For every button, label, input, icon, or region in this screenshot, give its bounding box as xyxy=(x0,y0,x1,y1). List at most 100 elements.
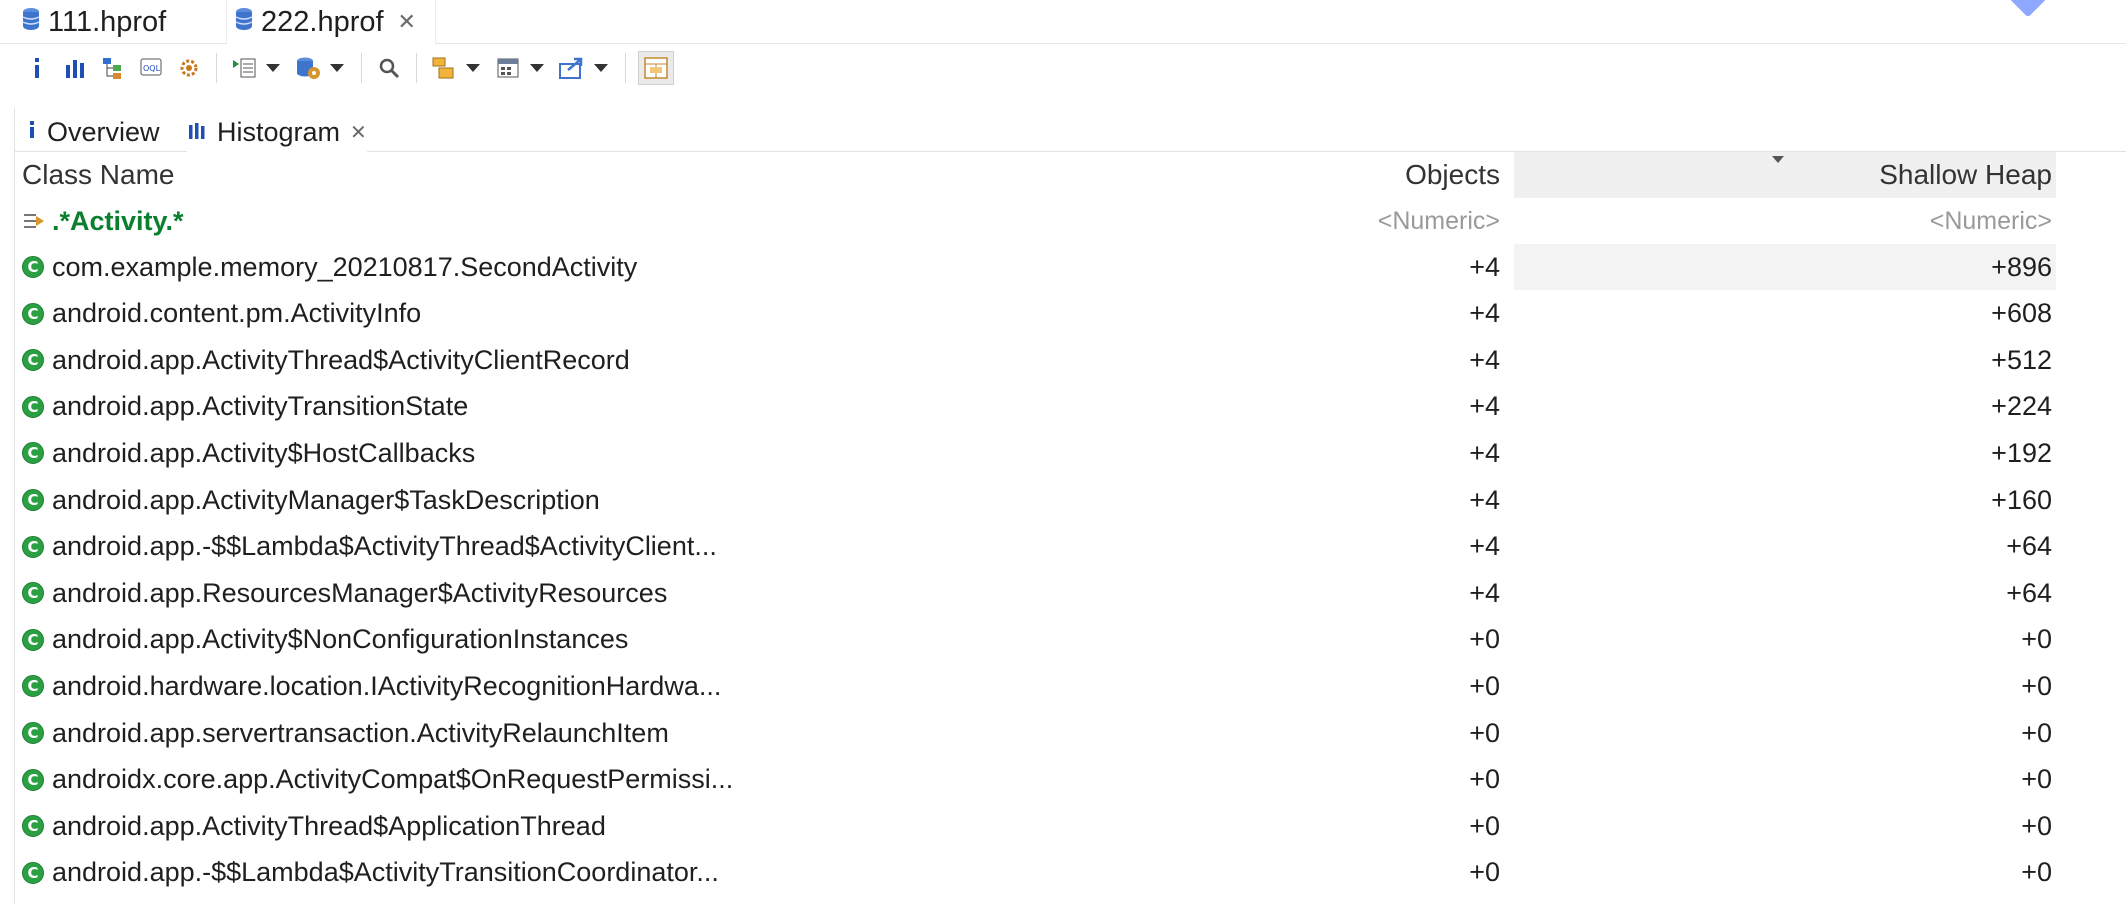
toolbar: OQL xyxy=(0,46,2126,90)
filter-class-name[interactable]: .*Activity.* xyxy=(52,206,184,237)
info-icon[interactable] xyxy=(22,51,52,85)
class-icon: C xyxy=(22,675,44,698)
close-icon[interactable]: ✕ xyxy=(350,120,367,145)
class-icon: C xyxy=(22,768,44,791)
threads-icon[interactable] xyxy=(174,51,204,85)
dominator-tree-icon[interactable] xyxy=(98,51,128,85)
shallow-heap-cell: +0 xyxy=(2021,810,2052,841)
column-header-class-name[interactable]: Class Name xyxy=(22,152,802,198)
class-name-label: android.app.-$$Lambda$ActivityTransition… xyxy=(52,857,719,888)
info-icon xyxy=(27,117,37,148)
shallow-heap-cell: +224 xyxy=(1991,391,2052,422)
class-icon: C xyxy=(22,349,44,372)
objects-cell: +4 xyxy=(1469,251,1500,282)
class-name-cell: Candroid.app.-$$Lambda$ActivityThread$Ac… xyxy=(22,524,802,570)
editor-tab-222-hprof[interactable]: 222.hprof ✕ xyxy=(226,0,436,44)
heap-dump-actions-icon[interactable] xyxy=(293,51,323,85)
editor-tab-111-hprof[interactable]: 111.hprof xyxy=(22,0,222,44)
filter-shallow-heap[interactable]: <Numeric> xyxy=(1514,198,2056,244)
tab-histogram[interactable]: Histogram ✕ xyxy=(187,112,367,152)
class-name-label: androidx.core.app.ActivityCompat$OnReque… xyxy=(52,764,734,795)
class-name-cell: Candroid.app.servertransaction.ActivityR… xyxy=(22,710,802,756)
toolbar-separator xyxy=(625,53,626,83)
table-row[interactable]: Candroid.app.ActivityThread$ApplicationT… xyxy=(14,803,2064,849)
table-row[interactable]: Candroid.hardware.location.IActivityReco… xyxy=(14,663,2064,709)
class-name-label: android.app.ActivityManager$TaskDescript… xyxy=(52,484,600,515)
objects-cell: +0 xyxy=(1469,717,1500,748)
class-name-cell: Candroid.app.Activity$HostCallbacks xyxy=(22,430,802,476)
toolbar-separator xyxy=(216,53,217,83)
table-row[interactable]: Candroid.content.pm.ActivityInfo +4 +608 xyxy=(14,291,2064,337)
view-tab-bar: Overview Histogram ✕ xyxy=(15,108,2126,152)
class-name-label: android.app.servertransaction.ActivityRe… xyxy=(52,717,669,748)
table-row[interactable]: Candroid.app.-$$Lambda$ActivityTransitio… xyxy=(14,850,2064,896)
class-name-cell: Candroid.content.pm.ActivityInfo xyxy=(22,291,802,337)
filter-objects[interactable]: <Numeric> xyxy=(804,198,1500,244)
class-name-cell: Ccom.example.memory_20210817.SecondActiv… xyxy=(22,244,802,290)
filter-class-name-cell: .*Activity.* xyxy=(22,198,802,244)
tab-label: Histogram xyxy=(217,116,341,147)
class-name-cell: Candroid.app.Activity$NonConfigurationIn… xyxy=(22,617,802,663)
class-name-cell: Candroid.app.ActivityTransitionState xyxy=(22,384,802,430)
column-header-objects[interactable]: Objects xyxy=(804,152,1500,198)
group-by-icon[interactable] xyxy=(429,51,459,85)
table-row[interactable]: Candroid.app.-$$Lambda$ActivityThread$Ac… xyxy=(14,524,2064,570)
calculate-icon[interactable] xyxy=(493,51,523,85)
shallow-heap-cell: +64 xyxy=(2006,577,2052,608)
editor-tab-label: 222.hprof xyxy=(261,5,384,38)
shallow-heap-cell: +0 xyxy=(2021,764,2052,795)
shallow-heap-cell: +64 xyxy=(2006,531,2052,562)
objects-cell: +0 xyxy=(1469,857,1500,888)
window-indicator-icon xyxy=(2009,0,2047,18)
oql-icon[interactable]: OQL xyxy=(136,51,166,85)
table-row[interactable]: Candroid.app.ResourcesManager$ActivityRe… xyxy=(14,570,2064,616)
table-row[interactable]: Candroid.app.Activity$HostCallbacks +4 +19… xyxy=(14,430,2064,476)
heap-dump-icon xyxy=(235,6,253,39)
objects-cell: +4 xyxy=(1469,484,1500,515)
class-name-cell: Candroid.app.ActivityManager$TaskDescrip… xyxy=(22,477,802,523)
objects-cell: +4 xyxy=(1469,298,1500,329)
class-name-label: android.content.pm.ActivityInfo xyxy=(52,298,422,329)
class-icon: C xyxy=(22,815,44,838)
column-header-shallow-heap[interactable]: Shallow Heap xyxy=(1514,152,2056,198)
histogram-icon xyxy=(187,117,207,148)
histogram-icon[interactable] xyxy=(60,51,90,85)
tab-overview[interactable]: Overview xyxy=(27,112,160,152)
class-name-label: android.app.ResourcesManager$ActivityRes… xyxy=(52,577,668,608)
class-icon: C xyxy=(22,582,44,605)
objects-cell: +0 xyxy=(1469,810,1500,841)
chevron-down-icon[interactable] xyxy=(327,51,347,85)
table-row[interactable]: Candroid.app.ActivityThread$ActivityClie… xyxy=(14,337,2064,383)
run-report-icon[interactable] xyxy=(229,51,259,85)
chevron-down-icon[interactable] xyxy=(263,51,283,85)
layout-toggle-icon[interactable] xyxy=(638,51,674,85)
objects-cell: +0 xyxy=(1469,624,1500,655)
class-icon: C xyxy=(22,395,44,418)
shallow-heap-cell: +0 xyxy=(2021,717,2052,748)
table-row[interactable]: Candroid.app.Activity$NonConfigurationIn… xyxy=(14,617,2064,663)
table-row[interactable]: Candroid.app.ActivityTransitionState +4 +2… xyxy=(14,384,2064,430)
class-name-label: android.app.-$$Lambda$ActivityThread$Act… xyxy=(52,531,717,562)
chevron-down-icon[interactable] xyxy=(527,51,547,85)
histogram-table: Class Name Objects Shallow Heap .*Activi… xyxy=(14,152,2114,904)
sort-descending-icon xyxy=(1772,156,1784,163)
objects-cell: +4 xyxy=(1469,344,1500,375)
regex-filter-icon xyxy=(22,208,48,234)
close-icon[interactable]: ✕ xyxy=(398,9,416,35)
toolbar-separator xyxy=(416,53,417,83)
export-icon[interactable] xyxy=(557,51,587,85)
class-icon: C xyxy=(22,535,44,558)
table-row[interactable]: Candroidx.core.app.ActivityCompat$OnRequ… xyxy=(14,757,2064,803)
filter-row[interactable]: .*Activity.* <Numeric> <Numeric> xyxy=(14,198,2064,244)
shallow-heap-cell: +896 xyxy=(1514,244,2056,290)
class-name-label: android.app.ActivityTransitionState xyxy=(52,391,469,422)
search-icon[interactable] xyxy=(374,51,404,85)
shallow-heap-cell: +512 xyxy=(1991,344,2052,375)
table-row[interactable]: Ccom.example.memory_20210817.SecondActiv… xyxy=(14,244,2064,290)
chevron-down-icon[interactable] xyxy=(591,51,611,85)
editor-tab-bar: 111.hprof 222.hprof ✕ xyxy=(0,0,2126,44)
table-row[interactable]: Candroid.app.ActivityManager$TaskDescrip… xyxy=(14,477,2064,523)
table-row[interactable]: Candroid.app.servertransaction.ActivityR… xyxy=(14,710,2064,756)
class-icon: C xyxy=(22,722,44,744)
chevron-down-icon[interactable] xyxy=(463,51,483,85)
